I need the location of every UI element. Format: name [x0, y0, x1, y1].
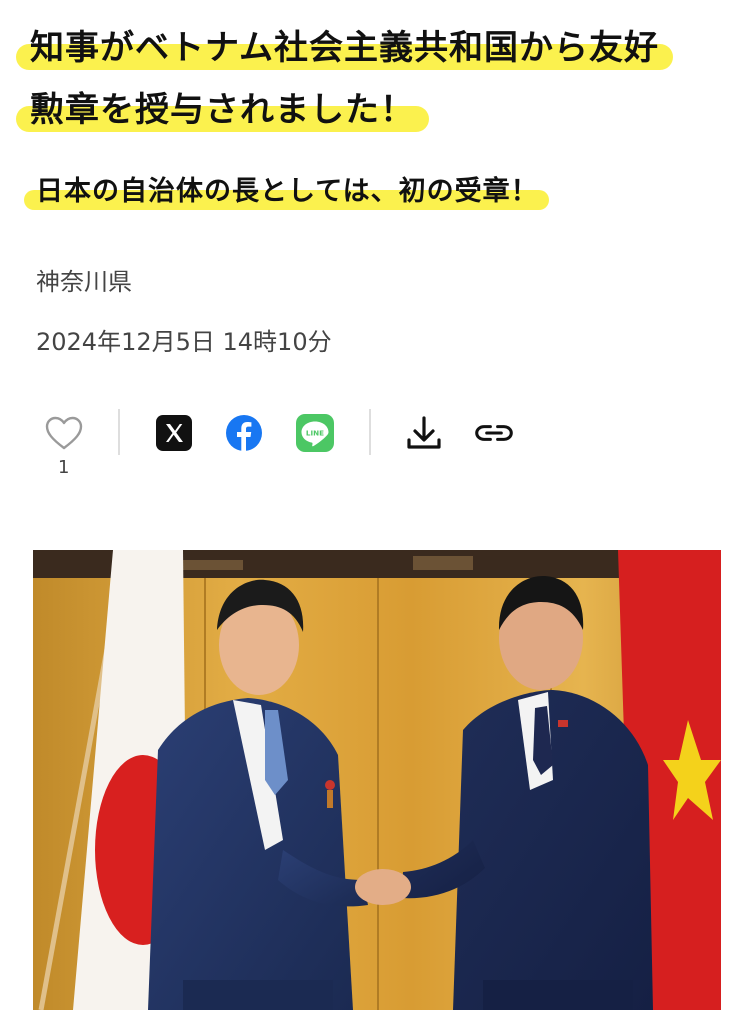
- download-button[interactable]: [404, 413, 444, 453]
- line-icon-label: LINE: [306, 429, 324, 438]
- subheadline-text: 日本の自治体の長としては、初の受章！: [24, 170, 549, 214]
- headline-line-2: 勲章を授与されました！: [16, 82, 429, 138]
- link-icon: [475, 425, 513, 441]
- line-icon: LINE: [296, 414, 334, 452]
- handshake-photo-illustration: [33, 550, 721, 1010]
- prefecture-label: 神奈川県: [36, 268, 132, 296]
- article-subheadline: 日本の自治体の長としては、初の受章！: [24, 170, 549, 214]
- download-icon: [407, 416, 441, 449]
- share-x-button[interactable]: [154, 413, 194, 453]
- article-photo: [33, 550, 721, 1010]
- like-button[interactable]: [44, 413, 84, 453]
- share-action-bar: 1 LINE: [40, 405, 540, 485]
- action-divider: [369, 409, 371, 455]
- copy-link-button[interactable]: [474, 413, 514, 453]
- headline-line-1: 知事がベトナム社会主義共和国から友好: [16, 20, 673, 76]
- publish-datetime: 2024年12月5日 14時10分: [36, 328, 332, 356]
- heart-icon: [45, 416, 83, 450]
- share-facebook-button[interactable]: [224, 413, 264, 453]
- action-divider: [118, 409, 120, 455]
- share-line-button[interactable]: LINE: [295, 413, 335, 453]
- facebook-icon: [226, 415, 262, 451]
- like-count: 1: [58, 457, 70, 478]
- article-headline: 知事がベトナム社会主義共和国から友好 勲章を授与されました！: [16, 20, 720, 140]
- x-icon: [156, 415, 192, 451]
